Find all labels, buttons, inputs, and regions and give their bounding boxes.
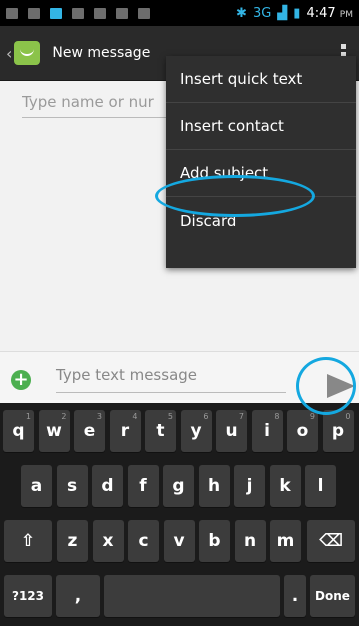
key-label: o xyxy=(296,421,309,441)
key-n[interactable]: n xyxy=(234,520,266,562)
key-y[interactable]: y6 xyxy=(180,410,212,452)
messaging-app-icon[interactable] xyxy=(14,41,41,65)
key-label: i xyxy=(264,421,270,441)
key-hint: 2 xyxy=(61,412,67,421)
key-q[interactable]: q1 xyxy=(3,410,34,452)
key-x[interactable]: x xyxy=(92,520,124,562)
system-icons: ✱ 3G ▟ ▮ 4:47 PM xyxy=(236,6,353,21)
notification-icons xyxy=(6,7,150,19)
key-l[interactable]: l xyxy=(305,465,336,507)
notification-icon xyxy=(116,7,128,19)
notification-icon xyxy=(94,7,106,19)
message-input[interactable]: Type text message xyxy=(56,366,286,393)
key-c[interactable]: c xyxy=(128,520,159,562)
notification-icon xyxy=(138,7,150,19)
usb-icon xyxy=(72,7,84,19)
key-u[interactable]: u7 xyxy=(216,410,247,452)
key-label: e xyxy=(83,421,96,441)
notification-icon xyxy=(28,7,40,19)
key-hint: 8 xyxy=(274,412,280,421)
comma-key[interactable]: , xyxy=(56,575,100,617)
key-label: q xyxy=(12,421,25,441)
key-s[interactable]: s xyxy=(56,465,88,507)
key-z[interactable]: z xyxy=(57,520,88,562)
overflow-menu: Insert quick text Insert contact Add sub… xyxy=(166,56,356,268)
key-p[interactable]: p0 xyxy=(322,410,354,452)
key-r[interactable]: r4 xyxy=(109,410,141,452)
key-t[interactable]: t5 xyxy=(145,410,176,452)
key-hint: 5 xyxy=(167,412,173,421)
keyboard-row-3: ⇧ ⌫ zxcvbnm xyxy=(0,515,359,567)
key-h[interactable]: h xyxy=(198,465,230,507)
key-g[interactable]: g xyxy=(163,465,194,507)
key-a[interactable]: a xyxy=(21,465,52,507)
network-label: 3G xyxy=(252,5,272,21)
shift-key[interactable]: ⇧ xyxy=(4,520,52,562)
menu-item-insert-contact[interactable]: Insert contact xyxy=(166,103,356,150)
key-m[interactable]: m xyxy=(270,520,301,562)
key-o[interactable]: o9 xyxy=(287,410,318,452)
key-v[interactable]: v xyxy=(163,520,195,562)
backspace-key[interactable]: ⌫ xyxy=(307,520,355,562)
key-k[interactable]: k xyxy=(269,465,301,507)
keyboard-row-1: q1w2e3r4t5y6u7i8o9p0 xyxy=(0,405,359,457)
key-label: y xyxy=(190,421,202,441)
key-hint: 3 xyxy=(96,412,102,421)
notification-icon xyxy=(6,7,18,19)
period-key[interactable]: . xyxy=(284,575,306,617)
status-bar: ✱ 3G ▟ ▮ 4:47 PM xyxy=(0,0,359,26)
key-j[interactable]: j xyxy=(234,465,265,507)
key-hint: 7 xyxy=(238,412,244,421)
key-hint: 6 xyxy=(203,412,209,421)
key-label: r xyxy=(120,421,130,441)
highlight-ring-add-subject xyxy=(155,175,315,217)
symbols-key[interactable]: ?123 xyxy=(4,575,52,617)
battery-icon: ▮ xyxy=(293,5,301,21)
key-d[interactable]: d xyxy=(92,465,123,507)
page-title: New message xyxy=(52,45,151,61)
key-e[interactable]: e3 xyxy=(74,410,105,452)
key-hint: 1 xyxy=(25,412,31,421)
key-b[interactable]: b xyxy=(199,520,230,562)
clock-ampm: PM xyxy=(339,9,353,20)
key-hint: 0 xyxy=(345,412,351,421)
key-i[interactable]: i8 xyxy=(251,410,283,452)
key-w[interactable]: w2 xyxy=(38,410,70,452)
key-hint: 4 xyxy=(132,412,138,421)
soft-keyboard: q1w2e3r4t5y6u7i8o9p0 asdfghjkl ⇧ ⌫ zxcvb… xyxy=(0,403,359,626)
keyboard-row-4: ?123 , . Done xyxy=(0,570,359,622)
keyboard-row-2: asdfghjkl xyxy=(0,460,359,512)
signal-icon: ▟ xyxy=(277,5,288,21)
key-f[interactable]: f xyxy=(127,465,159,507)
key-hint: 9 xyxy=(309,412,315,421)
back-chevron-icon[interactable]: ‹ xyxy=(6,44,12,63)
attach-plus-icon[interactable]: + xyxy=(11,370,31,390)
key-label: w xyxy=(46,421,62,441)
bluetooth-icon: ✱ xyxy=(236,5,247,21)
highlight-ring-send xyxy=(296,357,356,415)
menu-item-insert-quick-text[interactable]: Insert quick text xyxy=(166,56,356,103)
notification-icon xyxy=(50,7,62,19)
space-key[interactable] xyxy=(104,575,280,617)
key-label: t xyxy=(156,421,165,441)
key-label: u xyxy=(225,421,238,441)
clock-time: 4:47 xyxy=(306,5,336,21)
key-label: p xyxy=(331,421,345,441)
clock: 4:47 PM xyxy=(306,6,353,21)
done-key[interactable]: Done xyxy=(310,575,355,617)
